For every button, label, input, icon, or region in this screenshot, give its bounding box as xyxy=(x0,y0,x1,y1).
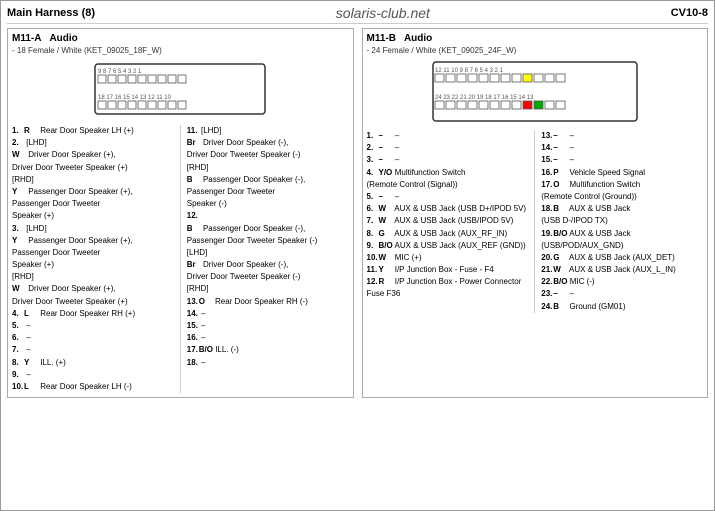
pin-6: 6. – xyxy=(12,332,174,343)
pin-16: 16. – xyxy=(187,332,349,343)
m11a-header: M11-A Audio xyxy=(12,33,349,44)
pin-4: 4.L Rear Door Speaker RH (+) xyxy=(12,308,174,319)
pin-10: 10.L Rear Door Speaker LH (-) xyxy=(12,381,174,392)
pin-3: 3. [LHD] xyxy=(12,223,174,234)
b-pin-20: 20.G AUX & USB Jack (AUX_DET) xyxy=(541,252,703,263)
m11b-id: M11-B xyxy=(367,33,396,44)
b-pin-11: 11.Y I/P Junction Box - Fuse - F4 xyxy=(367,264,529,275)
b-pin-19: 19.B/O AUX & USB Jack xyxy=(541,228,703,239)
pin-11b: B Passenger Door Speaker (-), xyxy=(187,174,349,185)
svg-text:24 23 22 21 20 19 18 17 16 15: 24 23 22 21 20 19 18 17 16 15 14 13 xyxy=(435,95,534,101)
pin-2w: W Driver Door Speaker (+), xyxy=(12,149,174,160)
b-pin-5: 5.– – xyxy=(367,191,529,202)
pin-7: 7. – xyxy=(12,344,174,355)
svg-text:9 8 7 6 5 4 3 2 1: 9 8 7 6 5 4 3 2 1 xyxy=(98,69,142,75)
pin-2: 2. [LHD] xyxy=(12,137,174,148)
pin-12br: Br Driver Door Speaker (-), xyxy=(187,259,349,270)
b-pin-1: 1.– – xyxy=(367,130,529,141)
b-pin-23: 23.– – xyxy=(541,288,703,299)
m11a-id: M11-A xyxy=(12,33,41,44)
m11a-pins-left: 1.R Rear Door Speaker LH (+) 2. [LHD] W … xyxy=(12,125,174,393)
b-pin-24: 24.B Ground (GM01) xyxy=(541,301,703,312)
b-pin-12: 12.R I/P Junction Box - Power Connector xyxy=(367,276,529,287)
top-bar: Main Harness (8) solaris-club.net CV10-8 xyxy=(7,5,708,24)
pin-3y: Y Passenger Door Speaker (+), xyxy=(12,235,174,246)
m11b-pins: 1.– – 2.– – 3.– – 4.Y/O Multifunction Sw… xyxy=(367,130,704,313)
pin-14: 14. – xyxy=(187,308,349,319)
pin-11: 11. [LHD] xyxy=(187,125,349,136)
b-pin-9: 9.B/O AUX & USB Jack (AUX_REF (GND)) xyxy=(367,240,529,251)
pin-5: 5. – xyxy=(12,320,174,331)
m11b-diagram: 12 11 10 9 8 7 6 5 4 3 2 1 xyxy=(367,59,704,124)
pin-12: 12. xyxy=(187,210,349,221)
b-pin-15: 15.– – xyxy=(541,154,703,165)
m11b-pins-right: 13.– – 14.– – 15.– – 16.P Vehicle Speed … xyxy=(541,130,703,313)
page-title: Main Harness (8) xyxy=(7,7,95,19)
b-pin-16: 16.P Vehicle Speed Signal xyxy=(541,167,703,178)
m11b-col-divider xyxy=(534,130,535,313)
pin-18: 18. – xyxy=(187,357,349,368)
m11a-title: Audio xyxy=(49,33,77,44)
b-pin-3: 3.– – xyxy=(367,154,529,165)
b-pin-4: 4.Y/O Multifunction Switch xyxy=(367,167,529,178)
pin-2y: Y Passenger Door Speaker (+), xyxy=(12,186,174,197)
main-page: Main Harness (8) solaris-club.net CV10-8… xyxy=(0,0,715,511)
b-pin-21: 21.W AUX & USB Jack (AUX_L_IN) xyxy=(541,264,703,275)
pin-15: 15. – xyxy=(187,320,349,331)
m11b-section: M11-B Audio - 24 Female / White (KET_090… xyxy=(362,28,709,398)
pin-12b: B Passenger Door Speaker (-), xyxy=(187,223,349,234)
m11b-pins-left: 1.– – 2.– – 3.– – 4.Y/O Multifunction Sw… xyxy=(367,130,529,313)
b-pin-6: 6.W AUX & USB Jack (USB D+/IPOD 5V) xyxy=(367,203,529,214)
m11a-diagram: 9 8 7 6 5 4 3 2 1 18 17 16 15 14 13 12 1… xyxy=(12,59,349,119)
pin-11br: Br Driver Door Speaker (-), xyxy=(187,137,349,148)
m11b-connector-svg: 12 11 10 9 8 7 6 5 4 3 2 1 xyxy=(430,59,640,124)
m11b-title: Audio xyxy=(404,33,432,44)
b-pin-2: 2.– – xyxy=(367,142,529,153)
b-pin-8: 8.G AUX & USB Jack (AUX_RF_IN) xyxy=(367,228,529,239)
b-pin-10: 10.W MIC (+) xyxy=(367,252,529,263)
m11a-section: M11-A Audio - 18 Female / White (KET_090… xyxy=(7,28,354,398)
b-pin-7: 7.W AUX & USB Jack (USB/IPOD 5V) xyxy=(367,215,529,226)
b-pin-14: 14.– – xyxy=(541,142,703,153)
m11b-header: M11-B Audio xyxy=(367,33,704,44)
m11a-pins-right: 11. [LHD] Br Driver Door Speaker (-), Dr… xyxy=(187,125,349,393)
m11a-col-divider xyxy=(180,125,181,393)
m11b-spec: - 24 Female / White (KET_09025_24F_W) xyxy=(367,46,704,55)
svg-text:18 17 16 15 14 13 12 11 10: 18 17 16 15 14 13 12 11 10 xyxy=(98,95,172,101)
page-code: CV10-8 xyxy=(671,7,708,19)
b-pin-18: 18.B AUX & USB Jack xyxy=(541,203,703,214)
pin-8: 8.Y ILL. (+) xyxy=(12,357,174,368)
pin-1: 1.R Rear Door Speaker LH (+) xyxy=(12,125,174,136)
pin-13: 13.O Rear Door Speaker RH (-) xyxy=(187,296,349,307)
b-pin-17: 17.O Multifunction Switch xyxy=(541,179,703,190)
m11a-connector-svg: 9 8 7 6 5 4 3 2 1 18 17 16 15 14 13 12 1… xyxy=(90,59,270,119)
pin-17: 17.B/O ILL. (-) xyxy=(187,344,349,355)
pin-3w: W Driver Door Speaker (+), xyxy=(12,283,174,294)
b-pin-22: 22.B/O MIC (-) xyxy=(541,276,703,287)
b-pin-13: 13.– – xyxy=(541,130,703,141)
website: solaris-club.net xyxy=(336,5,430,21)
svg-text:12 11 10 9 8 7 6 5 4 3: 12 11 10 9 8 7 6 5 4 3 2 1 xyxy=(435,68,504,74)
main-content: M11-A Audio - 18 Female / White (KET_090… xyxy=(7,28,708,398)
m11a-spec: - 18 Female / White (KET_09025_18F_W) xyxy=(12,46,349,55)
m11a-pins: 1.R Rear Door Speaker LH (+) 2. [LHD] W … xyxy=(12,125,349,393)
pin-9: 9. – xyxy=(12,369,174,380)
